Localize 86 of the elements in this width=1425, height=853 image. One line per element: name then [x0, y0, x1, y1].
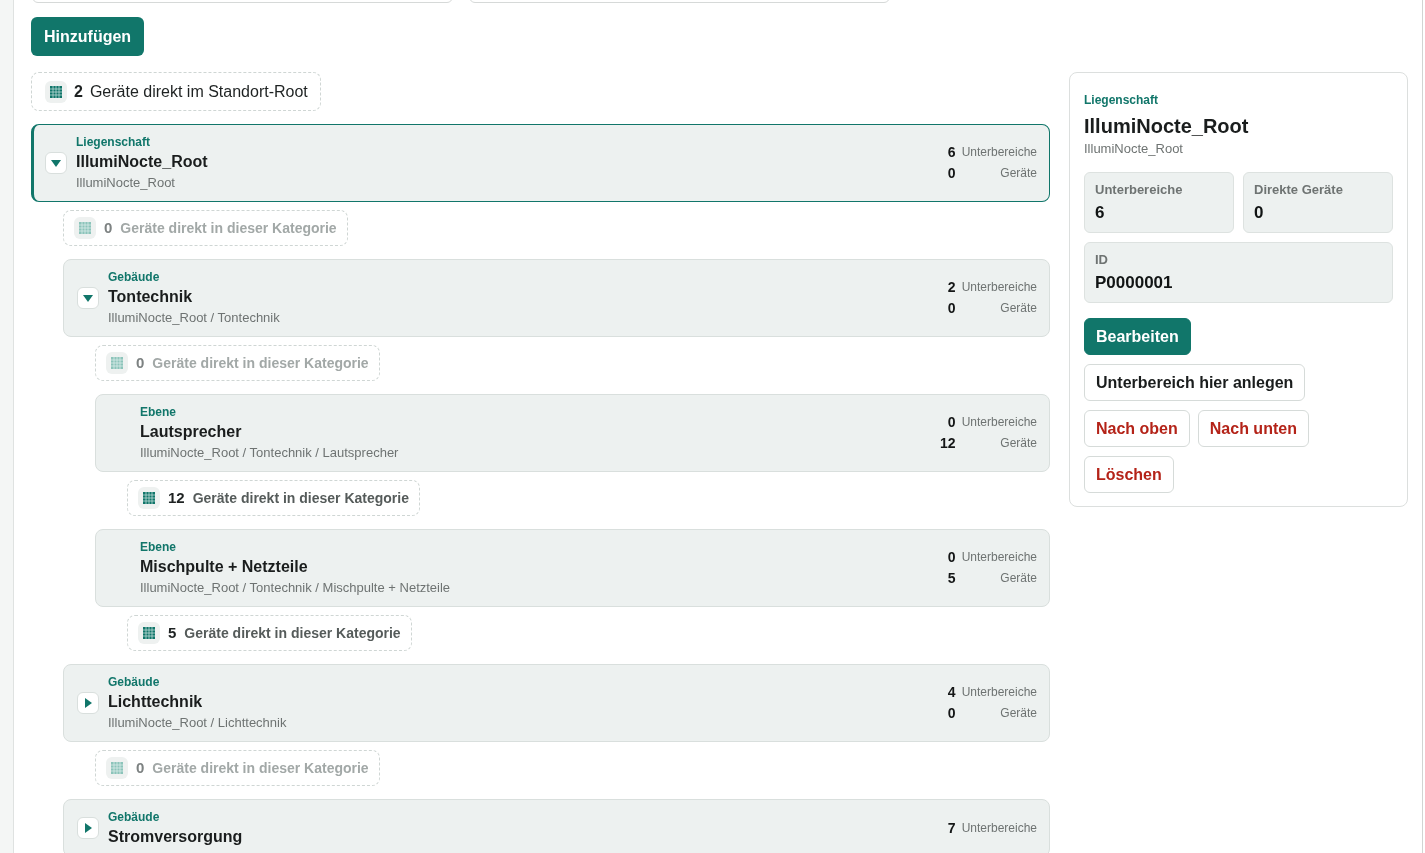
count-number: 5 [947, 571, 956, 586]
node-path: IllumiNocte_Root [76, 174, 175, 192]
add-button[interactable]: Hinzufügen [31, 17, 145, 56]
node-path: IllumiNocte_Root / Tontechnik [108, 309, 280, 327]
node-type-label: Gebäude [108, 674, 160, 691]
device-count-label: Geräte direkt in dieser Kategorie [152, 353, 369, 373]
node-type-label: Gebäude [108, 269, 160, 286]
count-number: 2 [947, 280, 956, 295]
count-label: Geräte [1000, 301, 1037, 316]
device-count: 2 [74, 81, 83, 102]
count-label: Unterbereiche [961, 280, 1037, 295]
device-count: 12 [168, 487, 185, 508]
device-count: 5 [168, 622, 177, 643]
expand-toggle[interactable] [45, 152, 67, 174]
grid-icon [74, 217, 96, 239]
node-name: Lautsprecher [140, 422, 242, 442]
count-number: 0 [947, 706, 956, 721]
device-count: 0 [136, 352, 145, 373]
count-label: Geräte [1000, 166, 1037, 181]
tree-node-card[interactable]: Gebäude Lichttechnik IllumiNocte_Root / Lichttechnik 4 0 Unterbereiche Geräte [63, 664, 1050, 742]
primary-action-button[interactable]: Bearbeiten [1084, 318, 1191, 355]
grid-icon [138, 487, 160, 509]
device-count-label: Geräte direkt in dieser Kategorie [184, 623, 401, 643]
count-number: 4 [947, 685, 956, 700]
tree-node-card[interactable]: Gebäude Tontechnik IllumiNocte_Root / Tontechnik 2 0 Unterbereiche Geräte [63, 259, 1050, 337]
tree-node-card[interactable]: Ebene Mischpulte + Netzteile IllumiNocte_Root / Tontechnik / Mischpulte + Netzteile 0 5 Unterbereiche Geräte [95, 529, 1050, 607]
node-type-label: Ebene [140, 404, 176, 421]
count-number: 0 [947, 415, 956, 430]
count-label: Geräte [1000, 706, 1037, 721]
expand-toggle[interactable] [77, 287, 99, 309]
caret-right-icon [84, 823, 92, 833]
node-name: Stromversorgung [108, 827, 243, 847]
stat-label: ID [1095, 251, 1108, 269]
grid-icon [106, 352, 128, 374]
device-count-label: Geräte direkt in dieser Kategorie [152, 758, 369, 778]
expand-toggle[interactable] [77, 817, 99, 839]
tree-node-card[interactable]: Gebäude Stromversorgung 7 Unterbereiche [63, 799, 1050, 853]
caret-down-icon [51, 159, 61, 167]
count-number: 0 [947, 166, 956, 181]
device-count-label: Geräte direkt im Standort-Root [89, 81, 308, 102]
node-name: Tontechnik [108, 287, 193, 307]
expand-toggle[interactable] [77, 692, 99, 714]
grid-icon [106, 757, 128, 779]
caret-down-icon [83, 294, 93, 302]
grid-icon [138, 622, 160, 644]
tree-node-card[interactable]: Liegenschaft IllumiNocte_Root IllumiNocte_Root 6 0 Unterbereiche Geräte [31, 124, 1050, 202]
count-label: Unterbereiche [961, 415, 1037, 430]
action-button[interactable]: Nach unten [1197, 410, 1309, 447]
count-label: Geräte [1000, 571, 1037, 586]
grid-icon [45, 80, 67, 103]
stat-value: 6 [1095, 202, 1105, 224]
stat-label: Direkte Geräte [1254, 181, 1343, 199]
node-path: IllumiNocte_Root / Tontechnik / Lautsprecher [140, 444, 399, 462]
node-name: Mischpulte + Netzteile [140, 557, 308, 577]
node-type-label: Liegenschaft [76, 134, 150, 151]
node-path: IllumiNocte_Root / Tontechnik / Mischpulte + Netzteile [140, 579, 451, 597]
device-count-label: Geräte direkt in dieser Kategorie [120, 218, 337, 238]
node-path: IllumiNocte_Root / Lichttechnik [108, 714, 287, 732]
count-label: Geräte [1000, 436, 1037, 451]
details-title: IllumiNocte_Root [1084, 114, 1249, 139]
tree-node-card[interactable]: Ebene Lautsprecher IllumiNocte_Root / Tontechnik / Lautsprecher 0 12 Unterbereiche Geräte [95, 394, 1050, 472]
action-button[interactable]: Löschen [1084, 456, 1174, 493]
node-name: Lichttechnik [108, 692, 203, 712]
count-label: Unterbereiche [961, 820, 1037, 836]
action-button[interactable]: Nach oben [1084, 410, 1190, 447]
stat-value: 0 [1254, 202, 1264, 224]
details-path: IllumiNocte_Root [1084, 140, 1183, 158]
caret-right-icon [84, 698, 92, 708]
stat-value: P0000001 [1095, 272, 1173, 294]
count-number: 0 [947, 301, 956, 316]
device-count: 0 [104, 217, 113, 238]
action-button[interactable]: Unterbereich hier anlegen [1084, 364, 1306, 401]
count-number: 7 [947, 820, 956, 836]
count-number: 6 [947, 145, 956, 160]
count-number: 0 [947, 550, 956, 565]
count-label: Unterbereiche [961, 550, 1037, 565]
node-name: IllumiNocte_Root [76, 152, 208, 172]
device-count: 0 [136, 757, 145, 778]
node-type-label: Gebäude [108, 809, 160, 826]
count-label: Unterbereiche [961, 145, 1037, 160]
node-type-label: Ebene [140, 539, 176, 556]
device-count-label: Geräte direkt in dieser Kategorie [192, 488, 409, 508]
stat-label: Unterbereiche [1095, 181, 1183, 199]
count-label: Unterbereiche [961, 685, 1037, 700]
count-number: 12 [940, 436, 956, 451]
category-label: Liegenschaft [1084, 92, 1158, 108]
